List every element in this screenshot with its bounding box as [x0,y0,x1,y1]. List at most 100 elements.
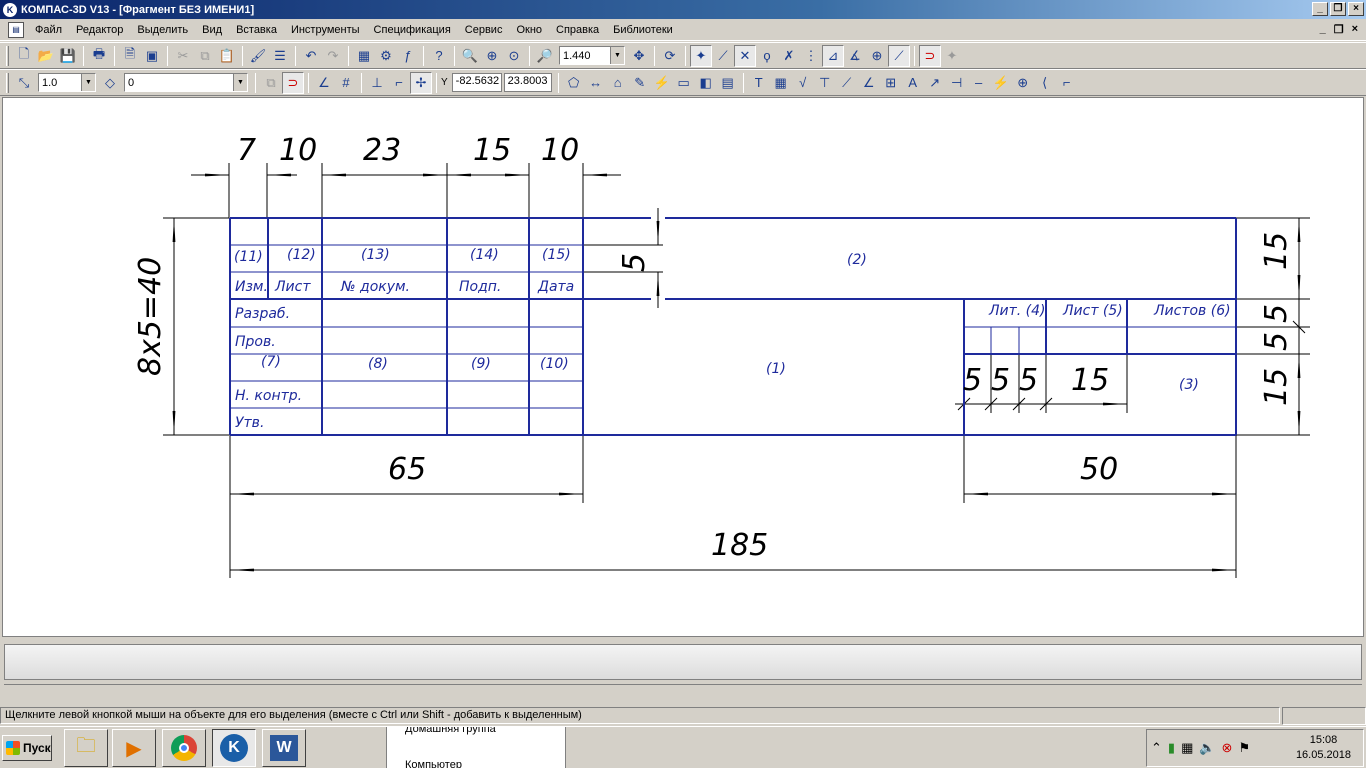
zoom-fit-icon[interactable]: 🔎 [534,45,556,67]
taskbar-word[interactable]: W [262,729,306,767]
menu-select[interactable]: Выделить [130,24,195,36]
step-combo[interactable]: 1.0 ▼ [38,73,96,92]
chevron-down-icon[interactable]: ▼ [610,47,624,64]
snap-extension-icon[interactable]: ⟋ [888,44,910,67]
save-icon[interactable]: 💾 [57,45,79,67]
undo-icon[interactable]: ↶ [300,45,322,67]
spec-icon[interactable]: ▤ [717,72,739,94]
edit-icon[interactable]: ✎ [629,72,651,94]
doc-close-button[interactable]: × [1352,23,1358,36]
leader-icon[interactable]: ⟋ [836,72,858,94]
zoom-scale-icon[interactable]: ⊙ [503,45,525,67]
library-icon[interactable]: ⚙ [375,45,397,67]
position-icon[interactable]: ∠ [858,72,880,94]
object-properties-icon[interactable]: ☰ [269,45,291,67]
toolbar-grip[interactable] [6,72,9,93]
title-block-drawing[interactable]: 7 10 23 15 10 65 50 185 5 5 5 15 8x5=40 … [3,98,1363,636]
menu-file[interactable]: Файл [28,24,69,36]
pan-icon[interactable]: ✥ [628,45,650,67]
zoom-window-icon[interactable]: 🔍 [459,45,481,67]
snap-intersection-icon[interactable]: ✕ [734,44,756,67]
chevron-down-icon[interactable]: ▼ [81,74,95,91]
snap-mode-icon[interactable]: ✢ [410,71,432,94]
copy-icon[interactable]: ⧉ [194,45,216,67]
menu-window[interactable]: Окно [509,24,549,36]
symbol-icon[interactable]: ⌂ [607,72,629,94]
snap-tangent-icon[interactable]: ⟋ [712,45,734,67]
cut-line-icon[interactable]: A [902,72,924,94]
break-icon[interactable]: ⟨ [1034,72,1056,94]
close-button[interactable]: × [1348,2,1364,16]
variables-icon[interactable]: ƒ [397,45,419,67]
taskbar-media-player[interactable]: ▶ [112,729,156,767]
magnet-icon[interactable]: ⊃ [919,44,941,67]
paste-icon[interactable]: 📋 [216,45,238,67]
zoom-in-icon[interactable]: ⊕ [481,45,503,67]
properties-icon[interactable]: ▣ [141,45,163,67]
menu-edit[interactable]: Редактор [69,24,130,36]
taskbar-chrome[interactable] [162,729,206,767]
open-icon[interactable]: 📂 [35,45,57,67]
menu-tools[interactable]: Инструменты [284,24,367,36]
tray-app-icon[interactable]: ▮ [1168,740,1175,756]
snap-middle-icon[interactable]: ⊿ [822,44,844,67]
jump-item-homegroup[interactable]: Домашняя группа [405,727,496,735]
wave-icon[interactable]: ⚡ [990,72,1012,94]
taskbar-explorer[interactable]: 🗀 [64,729,108,767]
menu-view[interactable]: Вид [195,24,229,36]
network-icon[interactable]: ▦ [1181,740,1193,756]
doc-restore-button[interactable]: ❐ [1334,23,1344,36]
param-icon[interactable]: ⚡ [651,72,673,94]
refresh-icon[interactable]: ⟳ [659,45,681,67]
redo-icon[interactable]: ↷ [322,45,344,67]
clock[interactable]: 15:08 16.05.2018 [1296,733,1351,763]
centerline-icon[interactable]: ⊣ [946,72,968,94]
taskbar-kompas[interactable]: K [212,729,256,767]
text-icon[interactable]: T [748,72,770,94]
menu-specification[interactable]: Спецификация [367,24,458,36]
print-icon[interactable]: 🖶 [88,45,110,67]
snap-center-icon[interactable]: ⊕ [866,45,888,67]
fill-icon[interactable]: ⌐ [1056,72,1078,94]
snap-grid-icon[interactable]: ⋮ [800,45,822,67]
ortho-mode-icon[interactable]: ⌐ [388,72,410,94]
restore-button[interactable]: ❐ [1330,2,1346,16]
cut-icon[interactable]: ✂ [172,45,194,67]
preview-icon[interactable]: 🗎 [119,45,141,67]
start-button[interactable]: Пуск [2,735,52,761]
view-arrow-icon[interactable]: ↗ [924,72,946,94]
format-painter-icon[interactable]: 🖌 [247,45,269,67]
toolbar-grip[interactable] [6,45,9,66]
object-icon[interactable]: ⧉ [260,72,282,94]
grid-icon[interactable]: # [335,72,357,94]
snap-normal-icon[interactable]: ✗ [778,45,800,67]
tray-expand-icon[interactable]: ⌃ [1151,740,1162,756]
ortho-icon[interactable]: ∠ [313,72,335,94]
document-icon[interactable]: ▤ [8,22,24,38]
zoom-combo[interactable]: 1.440 ▼ [559,46,625,65]
chevron-down-icon[interactable]: ▼ [233,74,247,91]
geometry-icon[interactable]: ⬠ [563,72,585,94]
menu-service[interactable]: Сервис [458,24,510,36]
axis-icon[interactable]: ‒ [968,72,990,94]
select-icon[interactable]: ◧ [695,72,717,94]
magnet-icon[interactable]: ⊃ [282,71,304,94]
snap-curve-icon[interactable]: ϙ [756,45,778,67]
minimize-button[interactable]: _ [1312,2,1328,16]
jump-item-computer[interactable]: Компьютер [405,759,462,768]
menu-insert[interactable]: Вставка [229,24,284,36]
tolerance-icon[interactable]: ⊞ [880,72,902,94]
extra-icon[interactable]: ✦ [941,45,963,67]
dimension-icon[interactable]: ↔ [585,72,607,94]
help-cursor-icon[interactable]: ? [428,45,450,67]
volume-icon[interactable]: 🔈 [1199,740,1215,756]
snap-point-icon[interactable]: ✦ [690,44,712,67]
roughness-icon[interactable]: √ [792,72,814,94]
menu-help[interactable]: Справка [549,24,606,36]
center-mark-icon[interactable]: ⊕ [1012,72,1034,94]
layer-combo[interactable]: 0 ▼ [124,73,248,92]
drawing-canvas[interactable]: 7 10 23 15 10 65 50 185 5 5 5 15 8x5=40 … [2,97,1364,637]
coord-y-field[interactable]: 23.8003 [503,73,552,92]
alert-icon[interactable]: ⊗ [1222,740,1233,756]
table-icon[interactable]: ▦ [770,72,792,94]
